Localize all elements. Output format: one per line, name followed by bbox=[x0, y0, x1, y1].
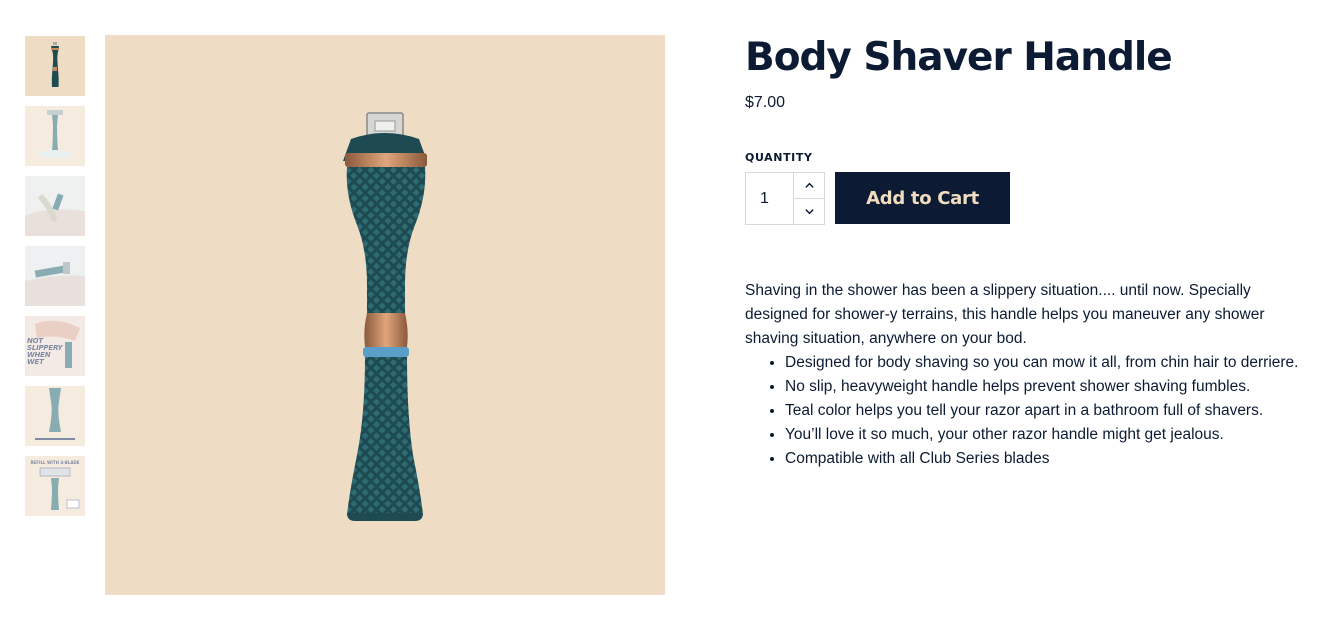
quantity-input[interactable] bbox=[746, 173, 793, 224]
product-title: Body Shaver Handle bbox=[745, 35, 1173, 80]
razor-handle-illustration bbox=[343, 112, 427, 521]
product-info: Body Shaver Handle $7.00 QUANTITY Add to… bbox=[745, 34, 1305, 471]
quantity-increment-button[interactable] bbox=[794, 173, 824, 198]
quantity-decrement-button[interactable] bbox=[794, 198, 824, 224]
razor-stand-image bbox=[37, 110, 73, 158]
feature-item: No slip, heavyweight handle helps preven… bbox=[785, 375, 1305, 399]
quantity-stepper bbox=[745, 172, 825, 225]
thumbnail-4[interactable] bbox=[25, 246, 85, 306]
add-to-cart-button[interactable]: Add to Cart bbox=[835, 172, 1010, 224]
thumbnail-5[interactable]: NOT SLIPPERY WHEN WET bbox=[25, 316, 85, 376]
feature-item: Designed for body shaving so you can mow… bbox=[785, 351, 1305, 375]
razor-handle-image bbox=[51, 42, 59, 87]
feature-item: You’ll love it so much, your other razor… bbox=[785, 423, 1305, 447]
quantity-label: QUANTITY bbox=[745, 151, 813, 164]
thumbnail-gallery: NOT SLIPPERY WHEN WET REFILL WITH 4-BLAD… bbox=[25, 36, 85, 526]
purchase-row: Add to Cart bbox=[745, 172, 1305, 225]
thumbnail-3[interactable] bbox=[25, 176, 85, 236]
product-hero-image bbox=[105, 35, 665, 595]
feature-item: Teal color helps you tell your razor apa… bbox=[785, 399, 1305, 423]
thumbnail-5-text: NOT SLIPPERY WHEN WET bbox=[27, 337, 63, 366]
handle-closeup-image bbox=[35, 388, 75, 440]
quantity-arrows bbox=[793, 173, 824, 224]
hand-razor-image bbox=[25, 246, 85, 306]
product-description: Shaving in the shower has been a slipper… bbox=[745, 282, 1265, 347]
blade-refill-image bbox=[39, 467, 80, 510]
feature-list: Designed for body shaving so you can mow… bbox=[745, 351, 1305, 471]
thumbnail-1[interactable] bbox=[25, 36, 85, 96]
thumbnail-7[interactable]: REFILL WITH 4-BLADE bbox=[25, 456, 85, 516]
thumbnail-2[interactable] bbox=[25, 106, 85, 166]
shaving-leg-image bbox=[25, 176, 85, 236]
chevron-down-icon bbox=[804, 209, 814, 215]
product-price: $7.00 bbox=[745, 94, 786, 111]
chevron-up-icon bbox=[804, 182, 814, 188]
thumbnail-6[interactable] bbox=[25, 386, 85, 446]
thumbnail-7-text: REFILL WITH 4-BLADE bbox=[30, 460, 80, 465]
feature-item: Compatible with all Club Series blades bbox=[785, 447, 1305, 471]
